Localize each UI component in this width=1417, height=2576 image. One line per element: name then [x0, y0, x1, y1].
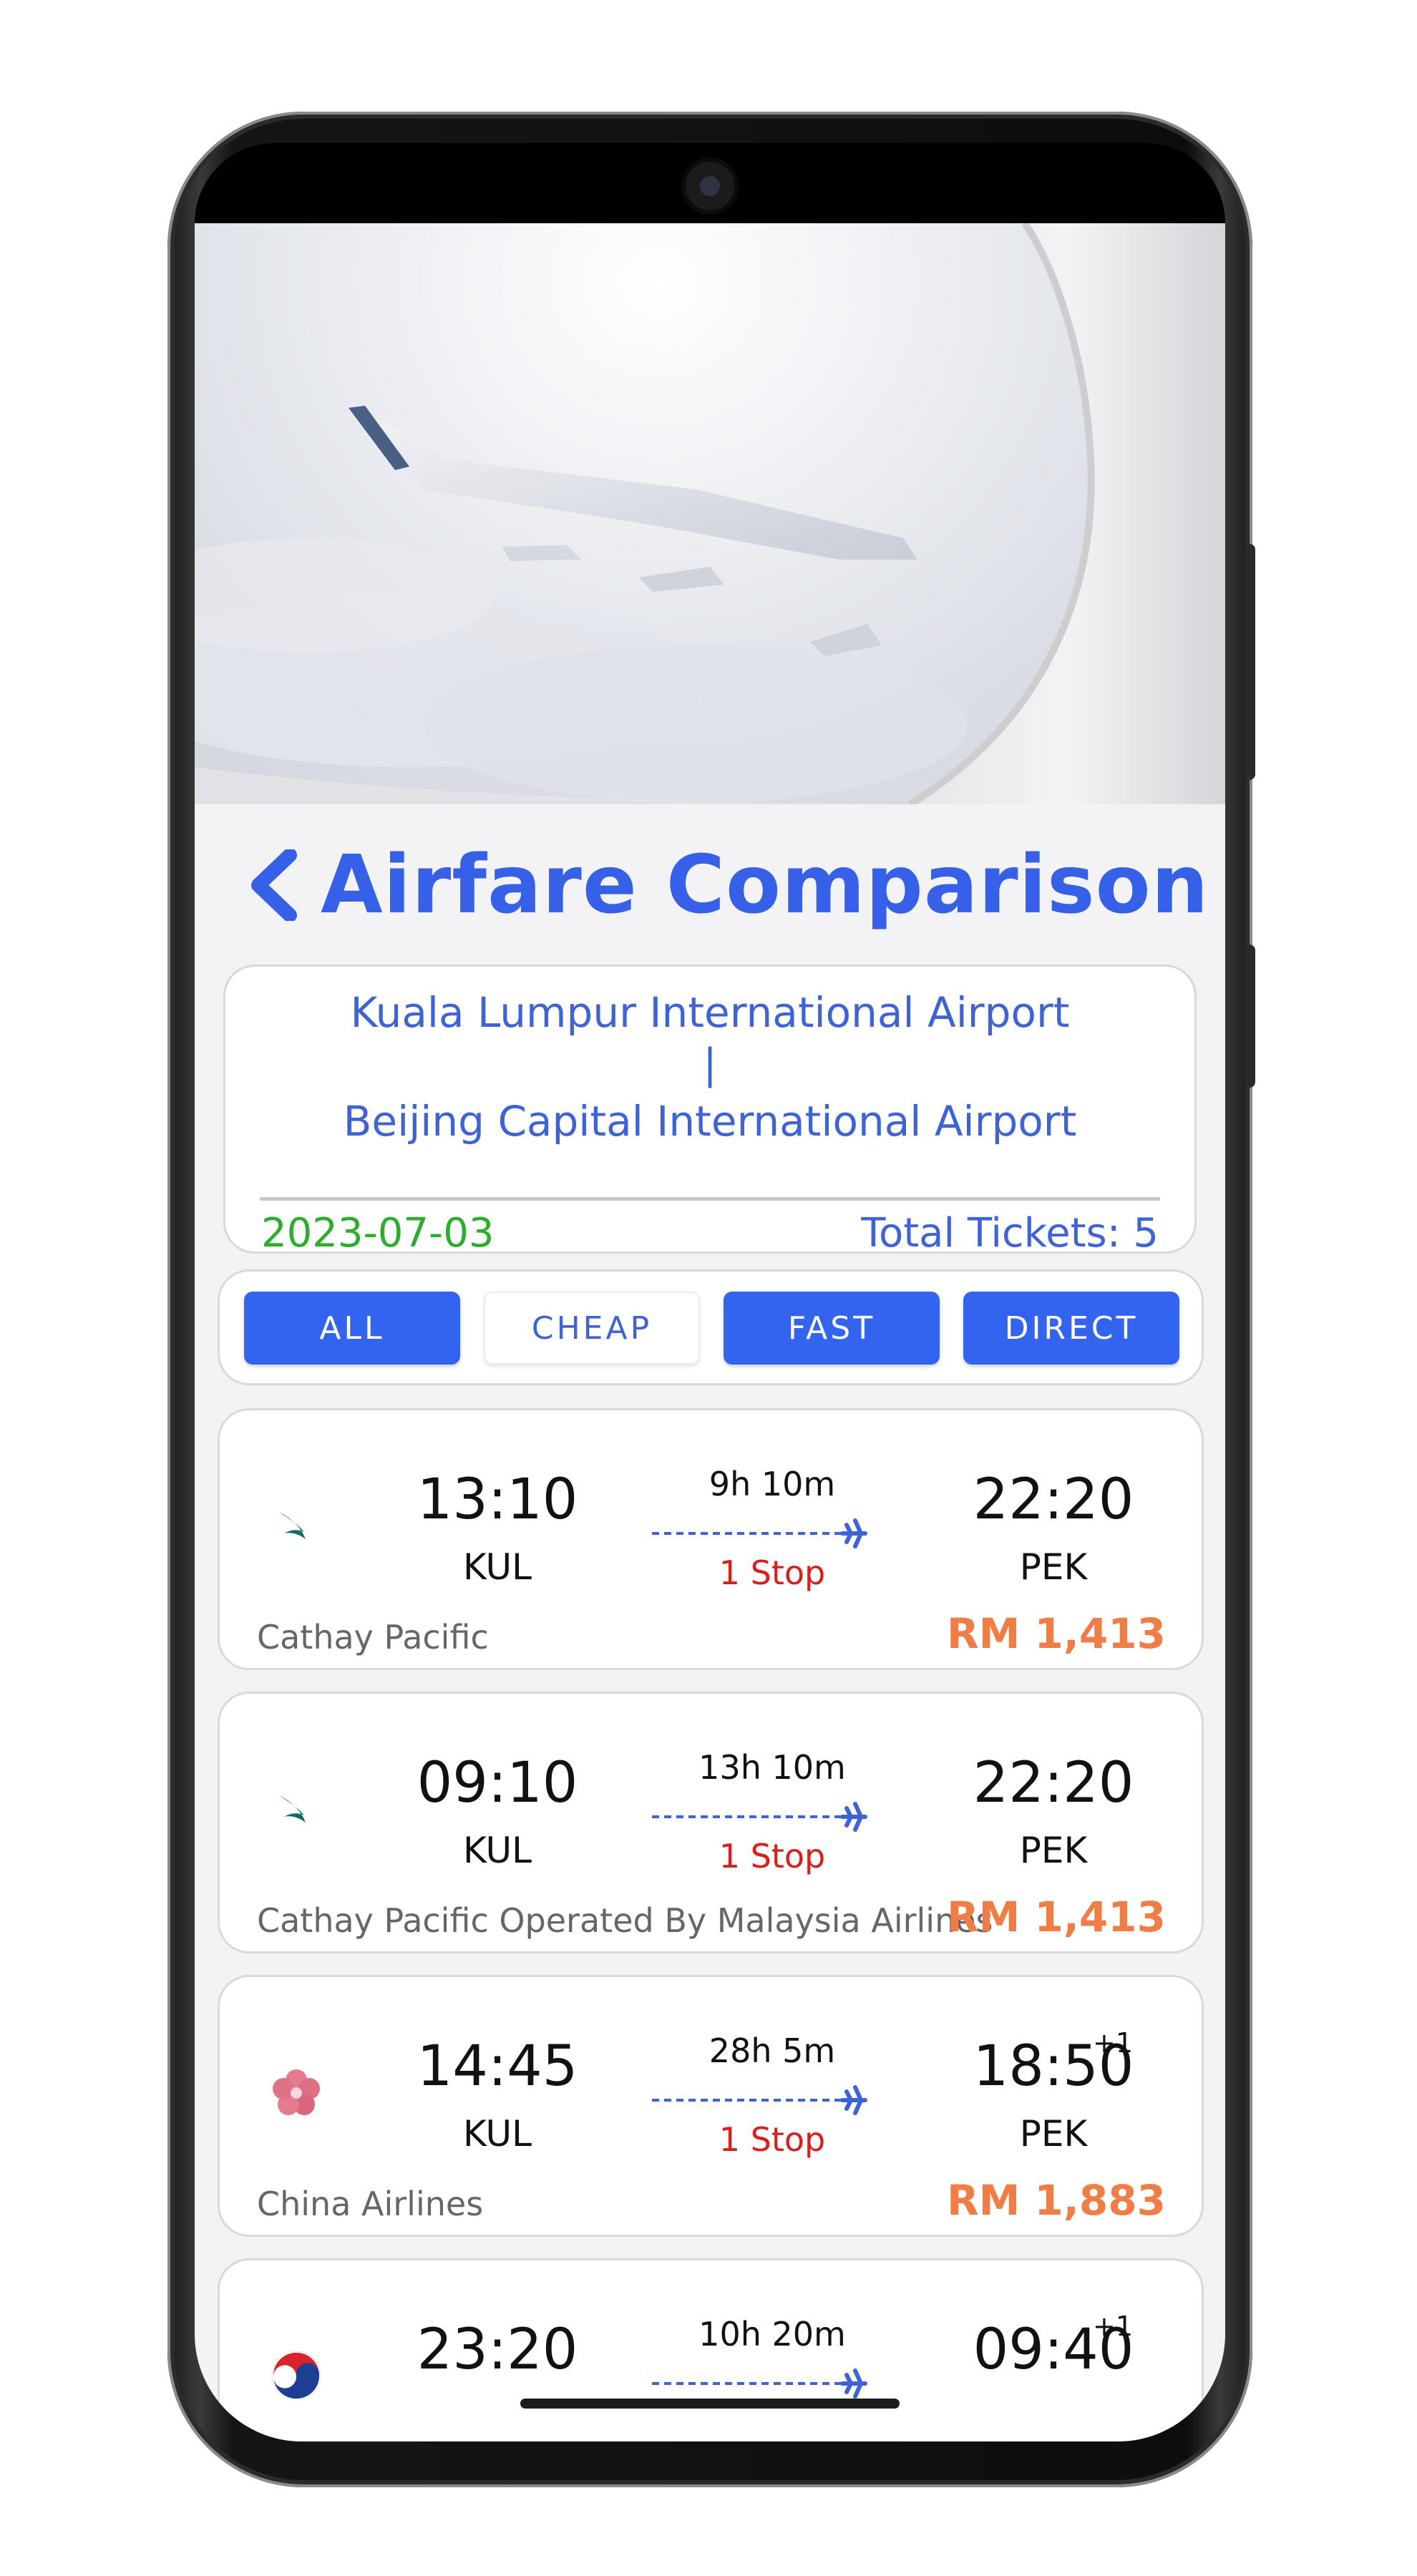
next-day-indicator: +1 — [1093, 2311, 1134, 2342]
back-chevron-icon[interactable] — [245, 846, 302, 924]
total-tickets: Total Tickets: 5 — [861, 1210, 1159, 1257]
ticket-price: RM 1,413 — [946, 1609, 1166, 1658]
route-summary-card: Kuala Lumpur International Airport | Bei… — [223, 965, 1197, 1257]
flight-path-icon — [652, 2368, 867, 2399]
departure-time: 14:45 — [417, 2034, 578, 2099]
flight-duration: 28h 5m — [708, 2031, 836, 2070]
divider — [260, 1197, 1160, 1201]
flight-path-icon — [652, 1802, 867, 1832]
korean-air-logo-icon — [270, 2349, 323, 2402]
filter-bar: ALL CHEAP FAST DIRECT — [218, 1269, 1204, 1385]
stops-label: 1 Stop — [719, 1553, 826, 1592]
departure-time: 09:10 — [417, 1751, 578, 1815]
filter-cheap-button[interactable]: CHEAP — [484, 1292, 700, 1365]
destination-airport: Beijing Capital International Airport — [343, 1097, 1077, 1146]
ticket-price: RM 1,883 — [946, 2176, 1166, 2225]
front-camera — [686, 162, 734, 210]
flight-card[interactable]: 09:10 KUL 13h 10m 1 Stop 22:20 PEK Catha… — [218, 1692, 1204, 1953]
airline-name: China Airlines — [257, 2185, 484, 2223]
flight-duration: 13h 10m — [698, 1748, 846, 1787]
filter-fast-button[interactable]: FAST — [724, 1292, 940, 1365]
volume-button — [1245, 544, 1255, 780]
airline-name: Cathay Pacific — [257, 1618, 489, 1657]
trip-date: 2023-07-03 — [261, 1210, 495, 1257]
flight-card[interactable]: 13:10 KUL 9h 10m 1 Stop 22:20 PEK Cathay… — [218, 1408, 1204, 1670]
app-screen: Airfare Comparison Kuala Lumpur Internat… — [195, 223, 1225, 2441]
origin-airport: Kuala Lumpur International Airport — [350, 988, 1070, 1037]
flight-path-icon — [652, 1518, 867, 1548]
next-day-indicator: +1 — [1093, 2027, 1134, 2059]
departure-code: KUL — [463, 2113, 532, 2155]
power-button — [1245, 945, 1255, 1088]
arrival-code: PEK — [1019, 1830, 1088, 1871]
filter-direct-button[interactable]: DIRECT — [963, 1292, 1179, 1365]
flight-duration: 9h 10m — [708, 1465, 836, 1503]
filter-all-button[interactable]: ALL — [244, 1292, 460, 1365]
flight-path-icon — [652, 2085, 867, 2115]
departure-time: 13:10 — [417, 1468, 578, 1532]
page-title: Airfare Comparison — [321, 839, 1209, 932]
flight-card[interactable]: 14:45 KUL 28h 5m 1 Stop 18:50 +1 PEK Chi… — [218, 1975, 1204, 2237]
flight-duration: 10h 20m — [698, 2315, 846, 2353]
departure-time: 23:20 — [417, 2318, 578, 2382]
airplane-window-photo — [195, 223, 1225, 804]
stops-label: 1 Stop — [719, 2120, 826, 2159]
arrival-time: 22:20 — [973, 1751, 1134, 1815]
cathay-pacific-logo-icon — [270, 1782, 323, 1835]
cathay-pacific-logo-icon — [270, 1499, 323, 1552]
flight-card[interactable]: 23:20 10h 20m 09:40 +1 — [218, 2258, 1204, 2441]
arrival-code: PEK — [1019, 1546, 1088, 1588]
ticket-price: RM 1,413 — [946, 1893, 1166, 1941]
stops-label: 1 Stop — [719, 1837, 826, 1875]
arrival-code: PEK — [1019, 2113, 1088, 2155]
app-header: Airfare Comparison — [245, 831, 1209, 939]
home-indicator[interactable] — [520, 2399, 900, 2409]
departure-code: KUL — [463, 1546, 532, 1588]
china-airlines-plum-blossom-logo-icon — [270, 2066, 323, 2119]
route-separator: | — [703, 1040, 717, 1088]
departure-code: KUL — [463, 1830, 532, 1871]
airline-name: Cathay Pacific Operated By Malaysia Airl… — [257, 1901, 993, 1940]
arrival-time: 22:20 — [973, 1468, 1134, 1532]
